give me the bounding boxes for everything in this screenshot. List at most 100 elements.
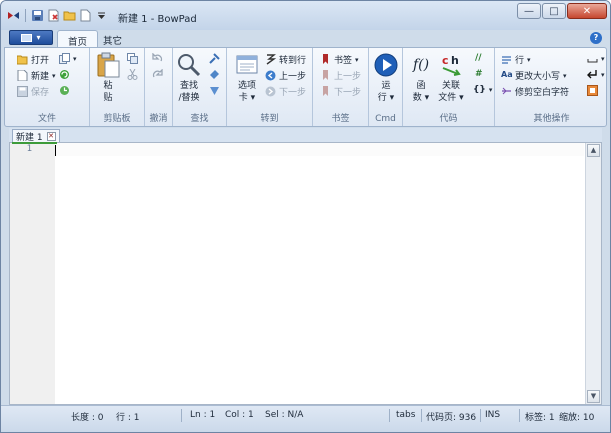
save-button[interactable]: 保存 <box>17 85 49 98</box>
find-selection-icon <box>209 85 220 96</box>
tab-list-icon <box>234 52 260 78</box>
case-icon: Aa <box>501 70 513 79</box>
goto-next-label: 下一步 <box>279 88 307 98</box>
find-label-1: 查找 <box>179 81 198 91</box>
vertical-scrollbar[interactable]: ▲ ▼ <box>585 143 601 404</box>
maximize-button[interactable]: □ <box>542 3 566 19</box>
line-endings-button[interactable]: ▾ <box>587 69 605 80</box>
save-quick-icon[interactable] <box>31 9 44 22</box>
group-clipboard-label: 剪贴板 <box>103 114 131 124</box>
new-document-quick-icon[interactable] <box>79 9 92 22</box>
cut-button[interactable] <box>127 68 138 80</box>
window-controls: — □ ✕ <box>517 3 607 19</box>
goto-next-button[interactable]: 下一步 <box>265 85 306 98</box>
functions-button[interactable]: f() 函 数 ▾ <box>408 52 434 104</box>
open-button[interactable]: 打开 <box>16 53 49 66</box>
redo-button[interactable] <box>152 68 163 80</box>
whitespace-toggle-button[interactable]: ▾ <box>587 53 605 64</box>
find-prev-button[interactable] <box>209 69 220 80</box>
ribbon-tab-row: ▾ 首页 其它 ? <box>1 30 610 48</box>
minimize-button[interactable]: — <box>517 3 541 19</box>
find-replace-button[interactable]: 查找 /替换 <box>176 52 202 104</box>
paste-button[interactable]: 粘 贴 <box>95 52 121 104</box>
close-document-quick-icon[interactable] <box>47 9 60 22</box>
bookmark-label: 书签 <box>334 56 353 66</box>
bowpad-logo-icon[interactable] <box>7 9 20 22</box>
close-button[interactable]: ✕ <box>567 3 607 19</box>
group-find-label: 查找 <box>190 114 209 124</box>
bookmark-button[interactable]: 书签 ▾ <box>320 53 359 66</box>
line-ending-icon <box>587 69 598 80</box>
group-goto: 选项 卡 ▾ 转到行 上一步 下一步 转到 <box>227 48 313 126</box>
help-icon[interactable]: ? <box>590 32 602 44</box>
bookmark-next-label: 下一步 <box>334 88 362 98</box>
undo-arrow-icon <box>152 52 163 64</box>
group-other-actions: 行 ▾ Aa 更改大小写 ▾ 修剪空白字符 ▾ ▾ 其他操作 <box>495 48 608 126</box>
document-tab-label: 新建 1 <box>16 132 43 143</box>
braces-button[interactable]: {} ▾ <box>473 85 492 95</box>
find-selection-button[interactable] <box>209 85 220 96</box>
line-comment-button[interactable]: // <box>475 53 482 63</box>
tabs-button[interactable]: 选项 卡 ▾ <box>234 52 260 104</box>
change-case-button[interactable]: Aa 更改大小写 ▾ <box>501 69 567 82</box>
app-menu-icon <box>21 33 33 42</box>
find-prev-icon <box>209 69 220 80</box>
ribbon: 打开 新建 ▾ 保存 ▾ 文件 粘 贴 剪贴板 撤消 查找 /替换 查找 选项 … <box>4 47 607 127</box>
active-tab-indicator <box>12 142 57 144</box>
group-file-label: 文件 <box>37 114 56 124</box>
tabs-label-1: 选项 <box>237 81 256 91</box>
find-next-button[interactable] <box>209 53 220 64</box>
svg-text:h: h <box>451 54 459 67</box>
run-label-2: 行 ▾ <box>377 93 395 103</box>
copy-button[interactable] <box>127 53 138 64</box>
close-tab-icon[interactable]: ✕ <box>46 131 56 141</box>
editor-area[interactable]: 1 ▲ ▼ <box>9 142 602 405</box>
related-files-button[interactable]: ch 关联 文件 ▾ <box>438 52 464 104</box>
customize-toolbar-chevron-icon[interactable] <box>95 9 108 22</box>
scroll-down-button[interactable]: ▼ <box>587 390 600 403</box>
status-codepage[interactable]: 代码页: 936 <box>426 410 476 423</box>
save-disk-icon <box>17 86 28 97</box>
status-insert-mode[interactable]: INS <box>485 410 500 420</box>
lines-button[interactable]: 行 ▾ <box>501 53 531 66</box>
status-zoom[interactable]: 缩放: 10 <box>559 410 594 423</box>
application-menu-button[interactable]: ▾ <box>9 30 53 45</box>
goto-line-button[interactable]: 转到行 <box>265 53 306 66</box>
block-comment-button[interactable]: # <box>475 69 481 79</box>
bookmark-prev-button[interactable]: 上一步 <box>320 69 361 82</box>
redo-arrow-icon <box>152 68 163 80</box>
bookmark-next-button[interactable]: 下一步 <box>320 85 361 98</box>
related-label-2: 文件 ▾ <box>438 93 464 103</box>
group-code: f() 函 数 ▾ ch 关联 文件 ▾ // # {} ▾ 代码 <box>403 48 495 126</box>
goto-prev-button[interactable]: 上一步 <box>265 69 306 82</box>
goto-line-icon <box>265 54 277 65</box>
document-tab[interactable]: 新建 1 ✕ <box>12 129 60 143</box>
tab-other[interactable]: 其它 <box>93 30 132 48</box>
group-file: 打开 新建 ▾ 保存 ▾ 文件 <box>5 48 90 126</box>
paste-label-2: 贴 <box>103 93 113 103</box>
recent-button[interactable] <box>59 85 70 96</box>
run-button[interactable]: 运 行 ▾ <box>373 52 399 104</box>
document-list-button[interactable]: ▾ <box>59 53 77 64</box>
paste-label-1: 粘 <box>103 81 113 91</box>
tabs-label-2: 卡 ▾ <box>238 93 256 103</box>
group-code-label: 代码 <box>439 114 458 124</box>
related-files-icon: ch <box>438 52 464 78</box>
reload-button[interactable] <box>59 69 70 80</box>
trim-whitespace-button[interactable]: 修剪空白字符 <box>501 85 569 98</box>
tab-home[interactable]: 首页 <box>57 30 99 48</box>
status-tabs[interactable]: tabs <box>396 410 415 420</box>
text-caret <box>55 145 56 156</box>
status-col: Col : 1 <box>225 410 254 420</box>
undo-button[interactable] <box>152 52 163 64</box>
bowpad-window: 新建 1 - BowPad — □ ✕ ▾ 首页 其它 ? 打开 新建 ▾ 保存… <box>0 0 611 433</box>
scroll-up-button[interactable]: ▲ <box>587 144 600 157</box>
settings-orange-button[interactable] <box>587 85 598 96</box>
new-button[interactable]: 新建 ▾ <box>17 69 56 82</box>
group-bookmarks: 书签 ▾ 上一步 下一步 书签 <box>313 48 369 126</box>
bookmark-red-icon <box>320 54 331 65</box>
run-label-1: 运 <box>381 81 391 91</box>
open-folder-quick-icon[interactable] <box>63 9 76 22</box>
new-document-icon <box>17 69 28 82</box>
forward-arrow-icon <box>265 86 276 97</box>
